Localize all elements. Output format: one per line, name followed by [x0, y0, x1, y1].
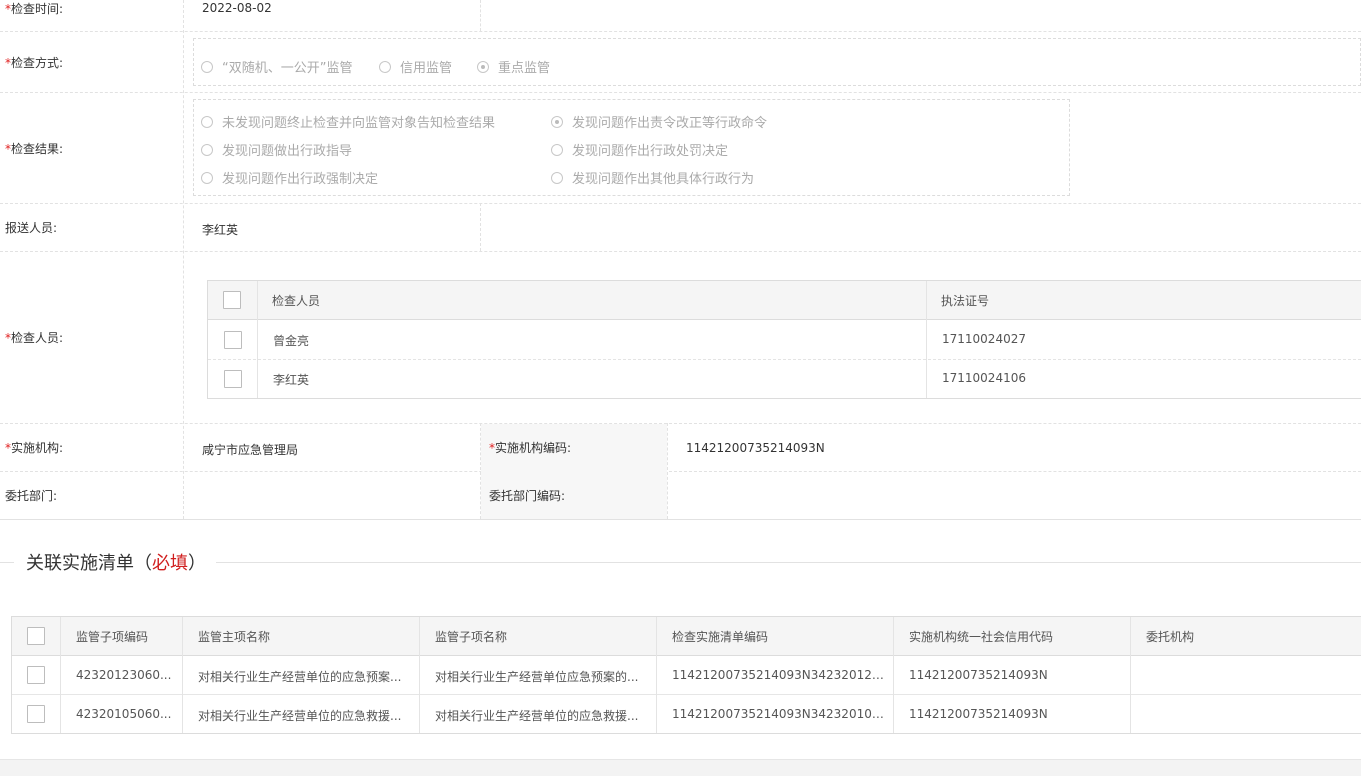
- result-option-5[interactable]: 发现问题作出行政强制决定: [201, 168, 378, 187]
- row-checkbox[interactable]: [224, 370, 242, 388]
- divider: [60, 617, 61, 733]
- entrusted-dept-label: 委托部门:: [5, 489, 58, 503]
- radio-icon: [201, 171, 213, 184]
- divider: [893, 617, 894, 733]
- cell-list-code: 11421200735214093N3423201050...: [672, 707, 887, 721]
- divider: [0, 423, 1361, 424]
- cell-credit-code: 11421200735214093N: [909, 707, 1048, 721]
- divider: [480, 203, 481, 251]
- check-method-group: [193, 38, 1361, 86]
- divider: [926, 281, 927, 398]
- divider: [216, 562, 1361, 563]
- check-time-value[interactable]: 2022-08-02: [202, 1, 272, 15]
- column-header-main-name[interactable]: 监管主项名称: [198, 628, 270, 645]
- divider: [480, 0, 481, 31]
- radio-icon: [551, 143, 563, 156]
- radio-checked-icon: [477, 60, 489, 73]
- result-option-2[interactable]: 发现问题作出责令改正等行政命令: [551, 112, 767, 131]
- result-option-6[interactable]: 发现问题作出其他具体行政行为: [551, 168, 754, 187]
- column-header-cert: 执法证号: [941, 294, 990, 308]
- radio-icon: [201, 60, 213, 73]
- agency-code-value[interactable]: 11421200735214093N: [686, 441, 825, 455]
- inspector-name: 曾金亮: [273, 334, 310, 348]
- divider: [0, 471, 1361, 472]
- select-all-checkbox[interactable]: [27, 627, 45, 645]
- inspector-name: 李红英: [273, 373, 310, 387]
- divider: [0, 203, 1361, 204]
- agency-code-label: *实施机构编码:: [489, 441, 572, 455]
- cell-sub-code: 42320105060...: [76, 707, 172, 721]
- radio-icon: [201, 143, 213, 156]
- result-option-3[interactable]: 发现问题做出行政指导: [201, 140, 352, 159]
- section-title: 关联实施清单（必填）: [26, 553, 206, 574]
- agency-value[interactable]: 咸宁市应急管理局: [202, 441, 298, 458]
- method-option-random[interactable]: “双随机、一公开”监管: [201, 57, 352, 76]
- divider: [0, 31, 1361, 32]
- row-checkbox[interactable]: [224, 331, 242, 349]
- divider: [0, 92, 1361, 93]
- row-checkbox[interactable]: [27, 666, 45, 684]
- inspectors-label: *检查人员:: [5, 331, 64, 345]
- column-header-credit-code[interactable]: 实施机构统一社会信用代码: [909, 628, 1053, 645]
- radio-icon: [551, 171, 563, 184]
- check-time-label: *检查时间:: [5, 2, 64, 16]
- footer-strip: [0, 759, 1361, 776]
- cell-main-name: 对相关行业生产经营单位的应急救援...: [198, 709, 402, 723]
- reporter-value[interactable]: 李红英: [202, 221, 238, 238]
- cell-main-name: 对相关行业生产经营单位的应急预案...: [198, 670, 402, 684]
- radio-checked-icon: [551, 115, 563, 128]
- row-checkbox[interactable]: [27, 705, 45, 723]
- column-header-sub-code[interactable]: 监管子项编码: [76, 628, 148, 645]
- divider: [208, 359, 1361, 360]
- entrusted-dept-code-label: 委托部门编码:: [489, 489, 566, 503]
- divider: [0, 251, 1361, 252]
- column-header-sub-name[interactable]: 监管子项名称: [435, 628, 507, 645]
- select-all-checkbox[interactable]: [223, 291, 241, 309]
- divider: [656, 617, 657, 733]
- radio-icon: [201, 115, 213, 128]
- check-method-label: *检查方式:: [5, 56, 64, 70]
- cell-sub-name: 对相关行业生产经营单位的应急救援...: [435, 709, 639, 723]
- result-option-4[interactable]: 发现问题作出行政处罚决定: [551, 140, 728, 159]
- table-header: [208, 281, 1361, 320]
- inspector-cert: 17110024106: [942, 371, 1026, 385]
- divider: [183, 0, 184, 519]
- divider: [419, 617, 420, 733]
- result-option-1[interactable]: 未发现问题终止检查并向监管对象告知检查结果: [201, 112, 495, 131]
- radio-icon: [379, 60, 391, 73]
- method-option-credit[interactable]: 信用监管: [379, 57, 452, 76]
- divider: [12, 694, 1361, 695]
- divider: [1130, 617, 1131, 733]
- divider: [667, 423, 668, 519]
- cell-credit-code: 11421200735214093N: [909, 668, 1048, 682]
- column-header-inspector: 检查人员: [272, 294, 321, 308]
- cell-sub-name: 对相关行业生产经营单位应急预案的...: [435, 670, 639, 684]
- cell-sub-code: 42320123060...: [76, 668, 172, 682]
- column-header-entrusted[interactable]: 委托机构: [1146, 628, 1194, 645]
- divider: [0, 562, 14, 563]
- divider: [182, 617, 183, 733]
- divider: [257, 281, 258, 398]
- divider: [0, 519, 1361, 520]
- column-header-list-code[interactable]: 检查实施清单编码: [672, 628, 768, 645]
- reporter-label: 报送人员:: [5, 221, 58, 235]
- agency-label: *实施机构:: [5, 441, 64, 455]
- inspector-cert: 17110024027: [942, 332, 1026, 346]
- check-result-label: *检查结果:: [5, 142, 64, 156]
- cell-list-code: 11421200735214093N3423201230...: [672, 668, 887, 682]
- method-option-key[interactable]: 重点监管: [477, 57, 550, 76]
